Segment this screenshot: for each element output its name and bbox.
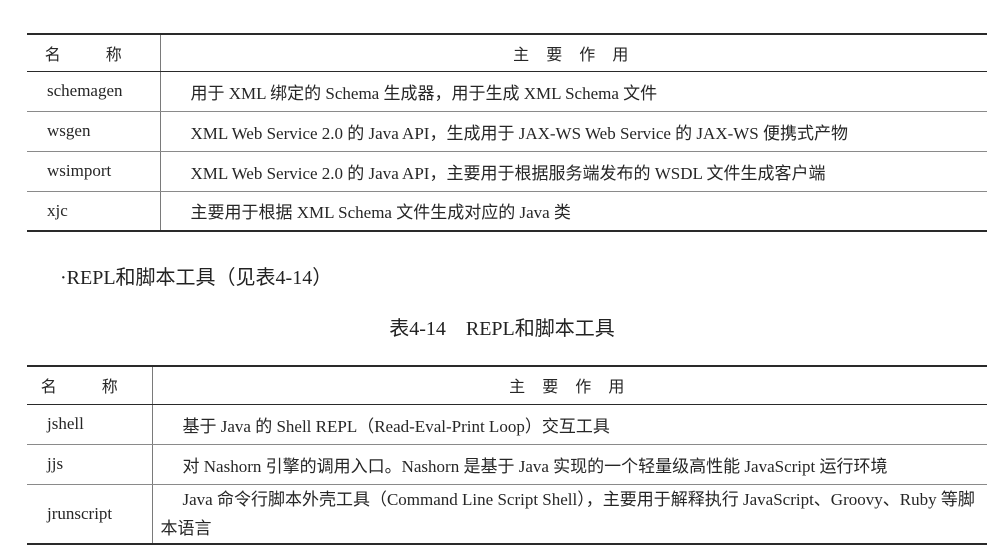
column-header-name: 名 称 [27, 365, 153, 405]
table-caption: 表4-14 REPL和脚本工具 [389, 318, 615, 340]
bullet-paragraph: ·REPL和脚本工具（见表4-14） [60, 267, 333, 289]
tool-name-cell: wsgen [27, 111, 161, 152]
column-header-name: 名 称 [27, 33, 161, 72]
tool-desc-cell: 主要用于根据 XML Schema 文件生成对应的 Java 类 [160, 191, 987, 232]
table-row: jshell 基于 Java 的 Shell REPL（Read-Eval-Pr… [27, 404, 987, 445]
tool-name-cell: jrunscript [27, 484, 153, 545]
tool-desc-cell: 用于 XML 绑定的 Schema 生成器，用于生成 XML Schema 文件 [160, 71, 987, 112]
table-row: xjc 主要用于根据 XML Schema 文件生成对应的 Java 类 [27, 191, 987, 232]
table-header-row: 名 称 主 要 作 用 [27, 33, 987, 72]
tool-name-cell: jshell [27, 404, 153, 445]
table-row: jjs 对 Nashorn 引擎的调用入口。Nashorn 是基于 Java 实… [27, 444, 987, 485]
tools-table-1: 名 称 主 要 作 用 schemagen 用于 XML 绑定的 Schema … [27, 33, 987, 232]
table-row: wsimport XML Web Service 2.0 的 Java API，… [27, 151, 987, 192]
tool-desc-cell: 对 Nashorn 引擎的调用入口。Nashorn 是基于 Java 实现的一个… [152, 444, 987, 485]
tool-name-cell: schemagen [27, 71, 161, 112]
column-header-role: 主 要 作 用 [152, 365, 987, 405]
tool-desc-cell: XML Web Service 2.0 的 Java API，生成用于 JAX-… [160, 111, 987, 152]
table-row: schemagen 用于 XML 绑定的 Schema 生成器，用于生成 XML… [27, 71, 987, 112]
table-row: jrunscript Java 命令行脚本外壳工具（Command Line S… [27, 484, 987, 545]
tool-name-cell: xjc [27, 191, 161, 232]
tool-name-cell: wsimport [27, 151, 161, 192]
table-header-row: 名 称 主 要 作 用 [27, 365, 987, 405]
tool-name-cell: jjs [27, 444, 153, 485]
tool-desc-cell: Java 命令行脚本外壳工具（Command Line Script Shell… [152, 484, 987, 545]
tool-desc-cell: 基于 Java 的 Shell REPL（Read-Eval-Print Loo… [152, 404, 987, 445]
table-row: wsgen XML Web Service 2.0 的 Java API，生成用… [27, 111, 987, 152]
column-header-role: 主 要 作 用 [160, 33, 987, 72]
tools-table-2: 名 称 主 要 作 用 jshell 基于 Java 的 Shell REPL（… [27, 365, 987, 545]
tool-desc-cell: XML Web Service 2.0 的 Java API，主要用于根据服务端… [160, 151, 987, 192]
